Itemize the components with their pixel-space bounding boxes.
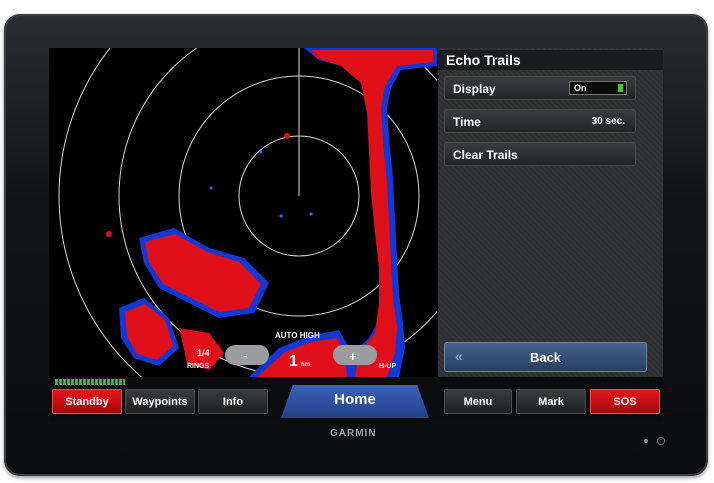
orientation-label: H-UP <box>379 363 396 370</box>
light-sensor-icon <box>644 439 648 443</box>
panel-title: Echo Trails <box>438 50 663 70</box>
display-label: Display <box>453 82 496 96</box>
radar-echo-shoreline <box>249 48 437 377</box>
zoom-in-label: + <box>349 349 357 364</box>
chartplotter-screen: AUTO HIGH 1/4 RINGS H-UP - + 1 nm Echo T… <box>49 48 663 422</box>
echo-trails-panel: Echo Trails Display On Time 30 sec. Clea… <box>438 48 663 377</box>
clear-trails-button[interactable]: Clear Trails <box>444 142 636 166</box>
home-button[interactable]: Home <box>281 385 429 418</box>
standby-indicator-icon <box>55 379 125 385</box>
info-button[interactable]: Info <box>198 389 268 414</box>
bottom-button-bar: Standby Waypoints Info Home Menu Mark SO… <box>49 377 663 422</box>
rings-label: RINGS <box>187 363 210 370</box>
rings-range-value: 1/4 <box>197 348 210 358</box>
display-toggle[interactable]: On <box>569 81 627 95</box>
brand-logo: GARMIN <box>330 428 377 439</box>
time-value: 30 sec. <box>591 116 625 127</box>
range-value: 1 <box>289 353 298 370</box>
mark-button[interactable]: Mark <box>516 389 586 414</box>
menu-button[interactable]: Menu <box>444 389 512 414</box>
display-setting-button[interactable]: Display On <box>444 76 636 100</box>
gain-mode-label: AUTO HIGH <box>275 331 320 340</box>
time-label: Time <box>453 115 481 129</box>
toggle-led-icon <box>618 84 623 92</box>
radar-view[interactable]: AUTO HIGH 1/4 RINGS H-UP - + 1 nm <box>49 48 437 377</box>
zoom-out-label: - <box>243 348 247 363</box>
standby-button[interactable]: Standby <box>52 389 122 414</box>
back-label: Back <box>529 350 562 365</box>
clear-trails-label: Clear Trails <box>453 148 518 162</box>
back-button[interactable]: « Back <box>444 342 647 372</box>
radar-display[interactable]: AUTO HIGH 1/4 RINGS H-UP - + 1 nm <box>49 48 437 377</box>
display-toggle-value: On <box>574 83 587 93</box>
power-key-icon[interactable] <box>657 437 665 445</box>
waypoints-button[interactable]: Waypoints <box>125 389 195 414</box>
time-setting-button[interactable]: Time 30 sec. <box>444 109 636 133</box>
sos-button[interactable]: SOS <box>590 389 660 414</box>
radar-targets <box>106 133 313 237</box>
range-unit: nm <box>301 362 310 368</box>
